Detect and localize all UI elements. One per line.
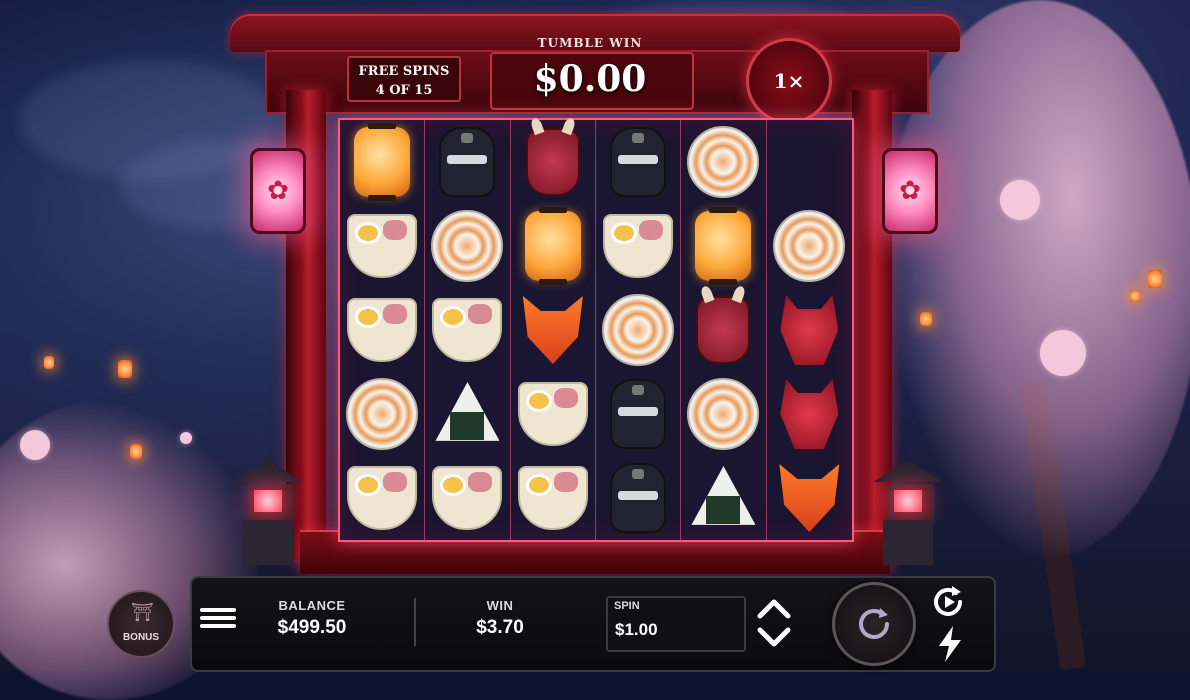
reel-cell [681,288,767,372]
lantern-symbol [695,207,752,285]
sky-lantern [1148,270,1162,288]
reel-cell [511,120,596,204]
reel-cell [767,204,852,288]
fox-mask-symbol [522,296,583,364]
reel-cell [511,204,596,288]
reel-cell [596,372,682,456]
hanging-lantern-right: ✿ [882,148,938,234]
nori-wrap [706,496,741,524]
reel-cell [425,204,511,288]
sushi-roll-symbol [346,378,419,450]
sky-lantern [1130,290,1140,302]
bet-label: SPIN [614,600,640,612]
ramen-symbol [603,214,674,278]
divider [414,598,416,646]
balance-value: $499.50 [277,617,347,638]
sushi-roll-symbol [431,210,504,282]
reel-cell [425,288,511,372]
free-spins-count: 4 OF 15 [375,83,433,98]
win-label: WIN [486,598,514,613]
win-value: $3.70 [476,617,524,638]
reel-cell [767,120,852,204]
reel-cell [340,288,426,372]
sushi-roll-symbol [687,126,760,198]
reel-cell [340,372,426,456]
ninja-symbol [610,379,667,449]
lantern-symbol [524,207,581,285]
reel-cell [511,288,596,372]
reel-cell [425,372,511,456]
lantern-symbol [354,123,411,201]
floating-petal [180,432,192,444]
ninja-symbol [610,463,667,533]
ramen-symbol [347,298,418,362]
stone-lantern-right [873,440,943,565]
chevron-down-icon[interactable] [756,626,792,650]
autoplay-icon[interactable] [930,584,968,620]
sushi-roll-symbol [602,294,675,366]
floating-petal [1040,330,1086,376]
free-spins-title: FREE SPINS [358,64,450,79]
sky-lantern [44,356,54,369]
bonus-buy-button[interactable]: ⛩ BONUS [107,590,175,658]
torii-gate-icon: ⛩ [131,602,154,622]
oni-mask-symbol [696,296,751,364]
lightning-icon[interactable] [936,626,964,662]
reel-cell [681,120,767,204]
multiplier-badge: 1× [746,38,832,124]
reel-cell [596,288,682,372]
reel-cell [511,456,596,540]
sushi-roll-symbol [687,378,760,450]
hamburger-icon[interactable] [200,604,236,636]
reel-cell [767,372,852,456]
sushi-roll-symbol [773,210,846,282]
ramen-symbol [432,466,503,530]
sakura-icon: ✿ [267,175,289,205]
ramen-symbol [347,214,418,278]
hanging-lantern-left: ✿ [250,148,306,234]
reel-cell [425,120,511,204]
reel-cell [596,456,682,540]
ramen-symbol [517,382,588,446]
reel-cell [681,456,767,540]
tumble-win-label: TUMBLE WIN [537,36,643,50]
dragon-mask-symbol [780,379,839,449]
bonus-label: BONUS [122,632,160,643]
ninja-symbol [610,127,667,197]
floating-petal [1000,180,1040,220]
reel-cell [681,372,767,456]
nori-wrap [450,412,485,440]
reel-cell [596,120,682,204]
reel-cell [767,456,852,540]
reel-cell [425,456,511,540]
refresh-icon [859,608,889,639]
reel-cell [340,456,426,540]
reel-cell [511,372,596,456]
reel-cell [340,204,426,288]
tumble-win-value: $0.00 [533,58,647,100]
stone-lantern-left [233,440,303,565]
ninja-symbol [439,127,496,197]
chevron-up-icon[interactable] [756,596,792,620]
oni-mask-symbol [525,128,580,196]
reel-cell [596,204,682,288]
reel-cell [767,288,852,372]
sky-lantern [920,312,932,326]
fox-mask-symbol [779,464,840,532]
reel-grid [338,118,854,542]
dragon-mask-symbol [780,295,839,365]
spin-button[interactable] [832,582,916,666]
sky-lantern [130,444,142,459]
floating-petal [20,430,50,460]
bet-value: $1.00 [615,620,658,639]
ramen-symbol [517,466,588,530]
ramen-symbol [347,466,418,530]
ramen-symbol [432,298,503,362]
sky-lantern [118,360,132,378]
reel-cell [681,204,767,288]
sakura-icon: ✿ [899,175,921,205]
reel-cell [340,120,426,204]
free-spins-plaque: FREE SPINS 4 OF 15 [347,56,461,102]
balance-label: BALANCE [278,598,346,613]
